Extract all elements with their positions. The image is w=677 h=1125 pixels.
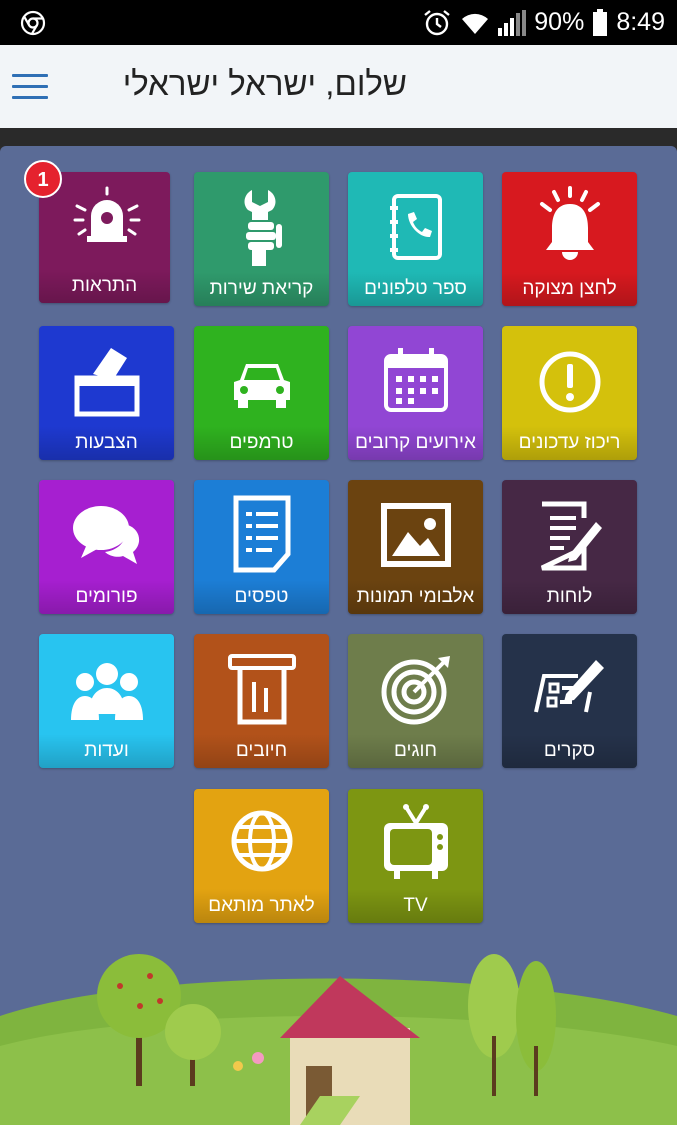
tile-service-call[interactable]: קריאת שירות: [194, 172, 329, 306]
target-icon: [381, 656, 450, 725]
tile-label: סקרים: [543, 740, 596, 761]
main-dashboard: לחצן מצוקה ספר טלפונים קריאת שירות התראו…: [0, 146, 677, 1125]
battery-percent: 90%: [534, 8, 585, 36]
tile-label: ספר טלפונים: [364, 278, 467, 299]
tile-label: חיובים: [235, 740, 288, 761]
tile-label: טפסים: [234, 586, 289, 607]
notification-count-badge: 1: [24, 160, 62, 198]
tv-icon: [384, 804, 448, 879]
tile-label: התראות: [71, 275, 138, 296]
status-bar: 90% 8:49: [0, 0, 677, 45]
tile-panic-button[interactable]: לחצן מצוקה: [502, 172, 637, 306]
tile-label: לחצן מצוקה: [522, 278, 617, 299]
tile-tv[interactable]: TV: [348, 789, 483, 923]
header-divider: [0, 128, 677, 146]
tile-surveys[interactable]: סקרים: [502, 634, 637, 768]
tile-label: TV: [403, 895, 428, 916]
globe-icon: [231, 810, 293, 872]
tile-boards[interactable]: לוחות: [502, 480, 637, 614]
tile-committees[interactable]: ועדות: [39, 634, 174, 768]
app-header: שלום, ישראל ישראלי: [0, 45, 677, 128]
group-icon: [71, 663, 143, 720]
tile-label: אירועים קרובים: [355, 432, 476, 453]
tile-forms[interactable]: טפסים: [194, 480, 329, 614]
tile-label: פורומים: [75, 586, 138, 607]
tile-label: קריאת שירות: [209, 278, 314, 299]
tile-label: לוחות: [546, 586, 593, 607]
tile-voting[interactable]: הצבעות: [39, 326, 174, 460]
tile-label: אלבומי תמונות: [356, 586, 475, 607]
picture-icon: [381, 503, 451, 567]
tile-label: הצבעות: [75, 432, 138, 453]
greeting-title: שלום, ישראל ישראלי: [122, 65, 407, 102]
tile-phonebook[interactable]: ספר טלפונים: [348, 172, 483, 306]
tile-upcoming-events[interactable]: אירועים קרובים: [348, 326, 483, 460]
tile-label: חוגים: [394, 740, 437, 761]
app-screen: 90% 8:49 שלום, ישראל ישראלי לחצן מצוקה ס…: [0, 0, 677, 1125]
tile-photo-albums[interactable]: אלבומי תמונות: [348, 480, 483, 614]
tile-charges[interactable]: חיובים: [194, 634, 329, 768]
wrench-hand-icon: [244, 190, 282, 266]
tile-label: ריכוז עדכונים: [518, 432, 621, 453]
village-illustration: [0, 954, 677, 1125]
phonebook-icon: [390, 194, 442, 260]
battery-icon: [593, 8, 608, 36]
receipt-icon: [228, 654, 296, 725]
ballot-box-icon: [74, 348, 140, 417]
tile-updates-summary[interactable]: ריכוז עדכונים: [502, 326, 637, 460]
signal-icon: [498, 9, 527, 36]
chrome-icon: [20, 10, 46, 36]
exclamation-icon: [539, 351, 601, 413]
tile-label: לאתר מותאם: [208, 895, 315, 916]
hamburger-menu-icon[interactable]: [12, 74, 48, 100]
survey-checklist-icon: [534, 660, 604, 713]
speech-bubbles-icon: [73, 506, 140, 564]
form-document-icon: [233, 495, 291, 573]
ringing-bell-icon: [73, 186, 141, 242]
wifi-icon: [462, 13, 489, 34]
tile-label: ועדות: [84, 740, 129, 761]
notepad-icon: [540, 501, 602, 571]
calendar-icon: [384, 348, 448, 412]
car-icon: [234, 364, 290, 408]
tile-custom-site[interactable]: לאתר מותאם: [194, 789, 329, 923]
alarm-clock-icon: [424, 9, 451, 35]
tile-clubs[interactable]: חוגים: [348, 634, 483, 768]
tile-notifications[interactable]: התראות: [39, 172, 170, 303]
clock-time: 8:49: [616, 8, 665, 36]
tile-forums[interactable]: פורומים: [39, 480, 174, 614]
alarm-bell-icon: [540, 186, 600, 260]
tile-rides[interactable]: טרמפים: [194, 326, 329, 460]
tile-label: טרמפים: [229, 432, 294, 453]
